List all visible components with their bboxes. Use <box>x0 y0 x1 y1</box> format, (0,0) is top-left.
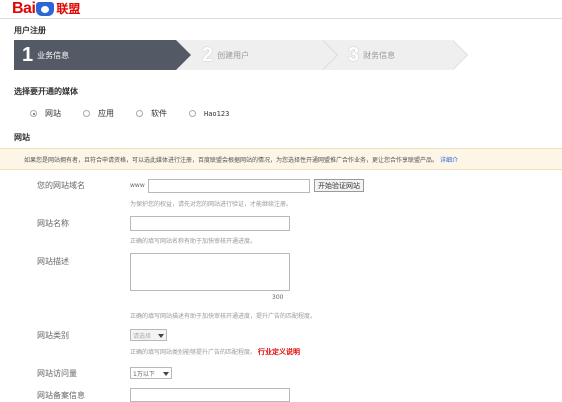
site-traffic-label: 网站访问量 <box>37 369 77 378</box>
verify-site-button[interactable]: 开始验证网站 <box>314 179 364 192</box>
site-desc-label: 网站描述 <box>37 257 69 266</box>
site-category-hint: 正确的填写网站类别能够提升广告的匹配程度。 行业定义说明 <box>130 347 300 357</box>
header-divider <box>0 18 562 19</box>
step-3-number: 3 <box>348 43 360 66</box>
radio-hao123[interactable]: Hao123 <box>189 110 229 118</box>
domain-hint: 为保护您的权益，请先对您的网站进行验证，才能继续注册。 <box>130 201 293 208</box>
radio-dot[interactable] <box>83 110 90 117</box>
radio-dot[interactable] <box>30 110 37 117</box>
radio-dot[interactable] <box>136 110 143 117</box>
domain-label: 您的网站域名 <box>37 181 85 190</box>
site-traffic-select-value: 1万以下 <box>133 370 155 378</box>
step-1: 1 业务信息 <box>14 40 191 70</box>
radio-software[interactable]: 软件 <box>136 108 167 119</box>
step-3: 3 财务信息 <box>322 40 468 70</box>
site-name-hint: 正确的填写网站名称有助于加快审核开通进度。 <box>130 238 257 245</box>
logo-text-union: 联盟 <box>56 2 81 16</box>
step-1-number: 1 <box>22 43 34 66</box>
site-desc-char-counter: 300 <box>272 294 284 301</box>
step-1-arrow <box>176 40 191 70</box>
logo-text-bai: Bai <box>12 0 36 17</box>
baidu-union-logo[interactable]: Bai 联盟 <box>12 0 80 17</box>
radio-label: 网站 <box>45 109 61 118</box>
site-category-select[interactable]: 请选择 <box>130 329 167 341</box>
site-icp-label: 网站备案信息 <box>37 391 85 400</box>
chevron-down-icon <box>163 372 169 376</box>
paw-icon <box>36 1 55 16</box>
media-section-title: 选择要开通的媒体 <box>14 87 78 96</box>
site-traffic-select[interactable]: 1万以下 <box>130 367 172 379</box>
site-name-label: 网站名称 <box>37 219 69 228</box>
site-category-select-value: 请选择 <box>133 332 152 340</box>
site-desc-hint: 正确的填写网站描述有助于加快审核开通进度，提升广告的匹配程度。 <box>130 313 317 320</box>
site-name-input[interactable] <box>130 216 290 231</box>
registration-steps: 3 财务信息 2 创建用户 1 业务信息 <box>14 40 468 70</box>
radio-label: 软件 <box>151 109 167 118</box>
step-2-arrow <box>322 40 337 70</box>
notice-banner: 如果您是网站拥有者，且符合申请资格，可以选此媒体进行注册，百度联盟会根据网站的情… <box>0 148 562 170</box>
step-2: 2 创建用户 <box>176 40 338 70</box>
domain-input[interactable] <box>148 179 310 193</box>
site-desc-textarea[interactable] <box>130 253 290 291</box>
notice-detail-link[interactable]: 详细介 <box>440 155 458 164</box>
media-radio-group: 网站 应用 软件 Hao123 <box>30 108 251 119</box>
radio-dot[interactable] <box>189 110 196 117</box>
domain-prefix: www <box>130 182 145 189</box>
step-2-number: 2 <box>202 43 214 66</box>
radio-website[interactable]: 网站 <box>30 108 61 119</box>
chevron-down-icon <box>158 334 164 338</box>
site-category-label: 网站类别 <box>37 331 69 340</box>
radio-app[interactable]: 应用 <box>83 108 114 119</box>
step-3-label: 财务信息 <box>363 50 396 60</box>
step-2-label: 创建用户 <box>217 50 250 60</box>
page-title: 用户注册 <box>14 26 46 35</box>
radio-label: 应用 <box>98 109 114 118</box>
site-category-hint-text: 正确的填写网站类别能够提升广告的匹配程度。 <box>130 349 257 356</box>
notice-text: 如果您是网站拥有者，且符合申请资格，可以选此媒体进行注册，百度联盟会根据网站的情… <box>24 156 439 164</box>
industry-definition-link[interactable]: 行业定义说明 <box>258 348 300 356</box>
website-section-title: 网站 <box>14 133 30 142</box>
step-1-label: 业务信息 <box>37 50 70 60</box>
step-3-arrow <box>452 40 467 70</box>
radio-label: Hao123 <box>204 109 230 118</box>
